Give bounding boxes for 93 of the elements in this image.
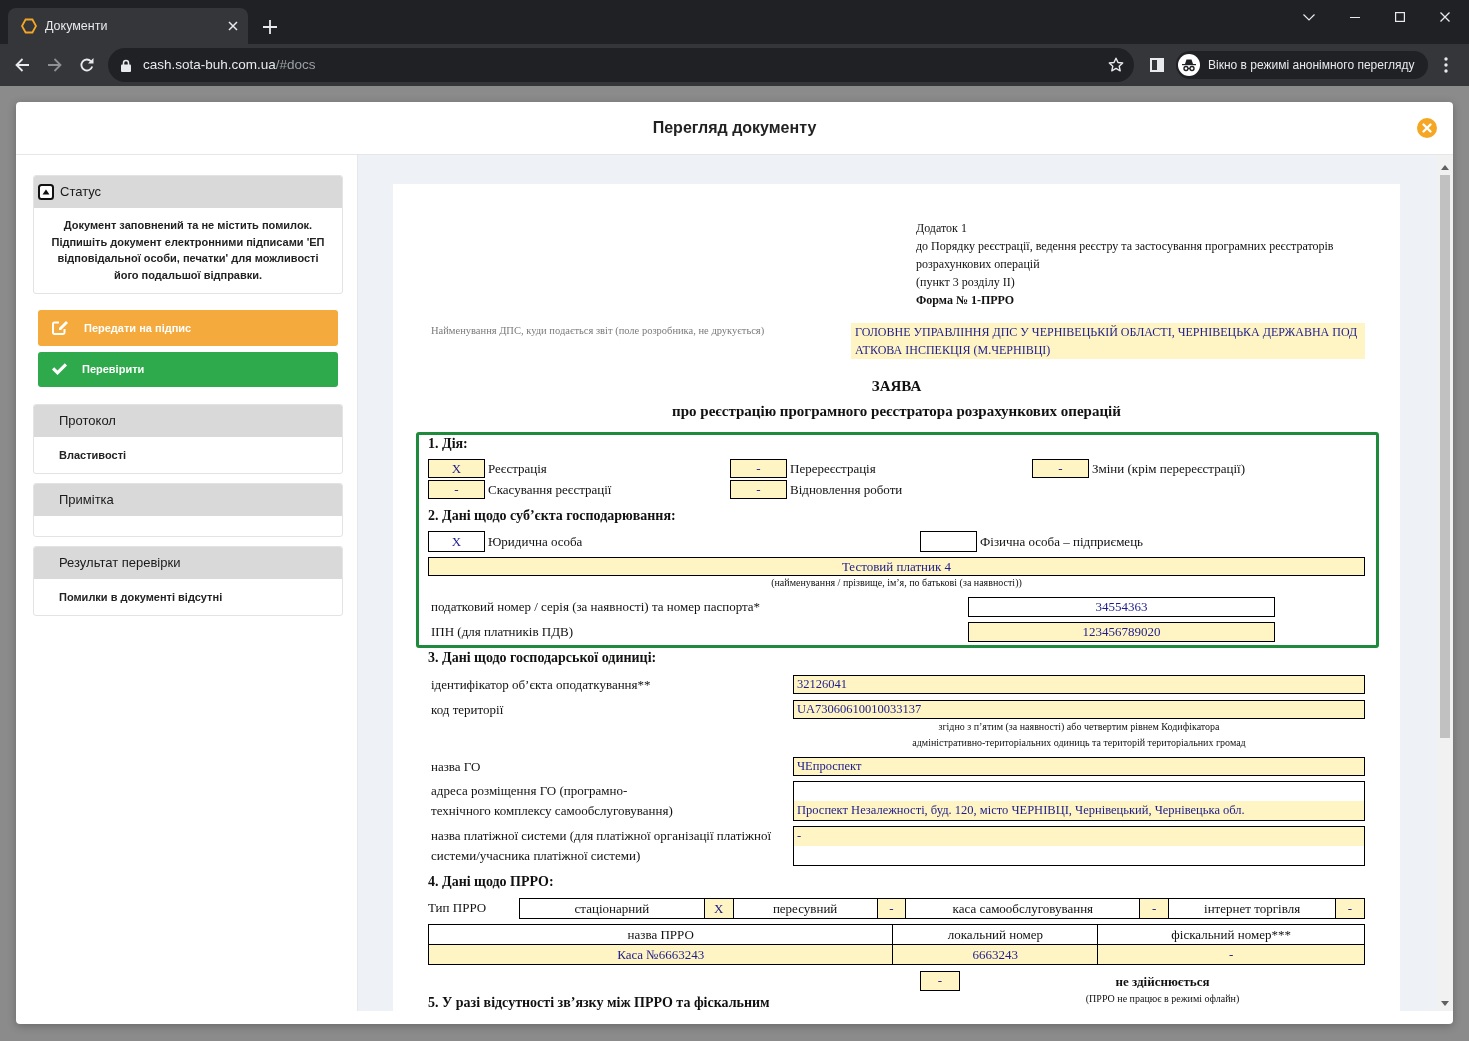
panel-title: Примітка: [59, 491, 114, 510]
appendix-line: Додаток 1: [916, 220, 968, 237]
document-title: ЗАЯВА: [870, 377, 923, 396]
document-subtitle: про реєстрацію програмного реєстратора розрахункових операцій: [671, 402, 1122, 421]
panel-title: Протокол: [59, 412, 116, 431]
triangle-down-icon[interactable]: [1441, 1001, 1449, 1006]
section-heading: 5. У разі відсутності зв’язку між ПРРО та фіскальним: [428, 994, 771, 1011]
field-caption: (найменування / прізвище, ім’я, по батькові (за наявності)): [770, 577, 1023, 589]
plus-icon[interactable]: [263, 20, 277, 34]
option-label: Зміни (крім перереєстрації): [1092, 460, 1245, 478]
status-message: Документ заповнений та не містить помилок. Підпишіть документ електронними підписами 'ЕП відповідальної особи, печатки' для можливості його подальшої відправки.: [50, 218, 326, 284]
table-cell: Каса №6663243: [428, 944, 893, 965]
triangle-up-icon[interactable]: [1441, 165, 1449, 170]
option-label: не здійснюється: [1115, 973, 1210, 990]
close-icon[interactable]: [1440, 12, 1450, 22]
value-field: -: [793, 826, 1365, 866]
caret-up-box-icon[interactable]: [38, 184, 54, 200]
mark-field: X: [428, 531, 485, 552]
mark-field: -: [1139, 898, 1169, 919]
option-label: Юридична особа: [488, 533, 583, 551]
check-icon: [52, 363, 67, 376]
hexagon-icon: [21, 18, 37, 34]
value-field: ГОЛОВНЕ УПРАВЛІННЯ ДПС У ЧЕРНІВЕЦЬКІЙ ОБЛАСТІ, ЧЕРНІВЕЦЬКА ДЕРЖАВНА ПОДАТКОВА ІНСПЕКЦІЯ (М.ЧЕРНІВЦІ): [851, 323, 1365, 359]
kebab-menu-icon[interactable]: [1444, 57, 1448, 73]
panel-title: Статус: [60, 183, 102, 202]
table-cell: 6663243: [892, 944, 1098, 965]
field-label: ідентифікатор об’єкта оподаткування**: [430, 676, 652, 694]
minimize-icon[interactable]: [1350, 16, 1360, 18]
side-panel-icon[interactable]: [1150, 58, 1164, 72]
result-text: Помилки в документі відсутні: [59, 589, 223, 605]
browser-tab[interactable]: Документи: [8, 8, 248, 44]
pencil-square-icon: [52, 320, 69, 336]
option-note: (ПРРО не працює в режимі офлайн): [1085, 992, 1240, 1006]
scrollbar-thumb[interactable]: [1440, 175, 1450, 738]
mark-field: -: [1032, 459, 1089, 478]
panel-title: Результат перевірки: [59, 554, 181, 573]
value-field: 34554363: [968, 597, 1275, 617]
incognito-icon: [1178, 54, 1200, 76]
mark-field: -: [1335, 898, 1365, 919]
table-cell: пересувний: [733, 898, 877, 919]
option-label: Відновлення роботи: [790, 481, 903, 499]
form-number: Форма № 1-ПРРО: [916, 292, 1016, 309]
value-field: UA73060610010033137: [793, 700, 1365, 719]
option-label: Скасування реєстрації: [488, 481, 612, 499]
reload-icon[interactable]: [79, 57, 95, 73]
lock-icon[interactable]: [121, 58, 131, 72]
chevron-down-icon[interactable]: [1303, 13, 1315, 21]
dialog-title: Перегляд документу: [652, 118, 817, 138]
maximize-icon[interactable]: [1395, 12, 1405, 22]
column-header: локальний номер: [892, 924, 1098, 945]
field-caption: згідно з п’ятим (за наявності) або четвертим рівнем Кодифікатора адміністративно-територіальних одиниць та територій територіальних громад: [911, 720, 1247, 750]
field-label: назва ГО: [430, 758, 482, 776]
option-label: Перереєстрація: [790, 460, 876, 478]
field-label: податковий номер / серія (за наявності) та номер паспорта*: [430, 598, 762, 616]
option-label: Реєстрація: [488, 460, 547, 478]
value-field: Тестовий платник 4: [428, 557, 1365, 576]
mark-field: -: [730, 480, 787, 499]
table-cell: стаціонарний: [519, 898, 705, 919]
mark-field: -: [428, 480, 485, 499]
field-label: Тип ПРРО: [428, 899, 488, 917]
field-label: ІПН (для платників ПДВ): [430, 623, 575, 641]
column-header: фіскальний номер***: [1097, 924, 1365, 945]
section-heading: 4. Дані щодо ПРРО:: [428, 873, 555, 891]
field-label: адреса розміщення ГО (програмно- технічного комплексу самообслуговування): [430, 782, 674, 820]
address-field[interactable]: cash.sota-buh.com.ua/#docs: [108, 48, 1134, 82]
value-field: 32126041: [793, 675, 1365, 694]
section-heading: 3. Дані щодо господарської одиниці:: [428, 649, 658, 667]
field-label: назва платіжної системи (для платіжної організації платіжної системи/учасника платіжної системи): [430, 827, 773, 865]
panel-link[interactable]: Властивості: [59, 446, 127, 464]
value-field: 123456789020: [968, 622, 1275, 642]
table-cell: -: [1097, 944, 1365, 965]
back-arrow-icon[interactable]: [14, 57, 30, 73]
field-label: Найменування ДПС, куди подається звіт (поле розробника, не друкується): [430, 324, 766, 338]
option-label: Фізична особа – підприємець: [980, 533, 1144, 551]
mark-field: -: [920, 971, 960, 991]
section-heading: 1. Дія:: [428, 435, 469, 453]
table-cell: каса самообслуговування: [905, 898, 1140, 919]
table-cell: інтернет торгівля: [1168, 898, 1336, 919]
incognito-chip[interactable]: Вікно в режимі анонімного перегляду: [1176, 51, 1428, 79]
star-icon[interactable]: [1108, 57, 1124, 73]
value-field: ЧЕпроспект: [793, 757, 1365, 776]
mark-field: -: [877, 898, 906, 919]
mark-field: X: [704, 898, 734, 919]
close-icon[interactable]: [228, 21, 238, 31]
mark-field: -: [730, 459, 787, 478]
appendix-line: (пункт 3 розділу ІІ): [916, 274, 1016, 291]
appendix-line: до Порядку реєстрації, ведення реєстру та застосування програмних реєстраторів розрахункових операцій: [916, 238, 1335, 273]
forward-arrow-icon[interactable]: [47, 57, 63, 73]
column-header: назва ПРРО: [428, 924, 893, 945]
section-heading: 2. Дані щодо суб’єкта господарювання:: [428, 507, 677, 525]
field-label: код території: [430, 701, 505, 719]
mark-field: X: [428, 459, 485, 478]
value-field: Проспект Незалежності, буд. 120, місто ЧЕРНІВЦІ, Чернівецький, Чернівецька обл.: [793, 781, 1365, 821]
